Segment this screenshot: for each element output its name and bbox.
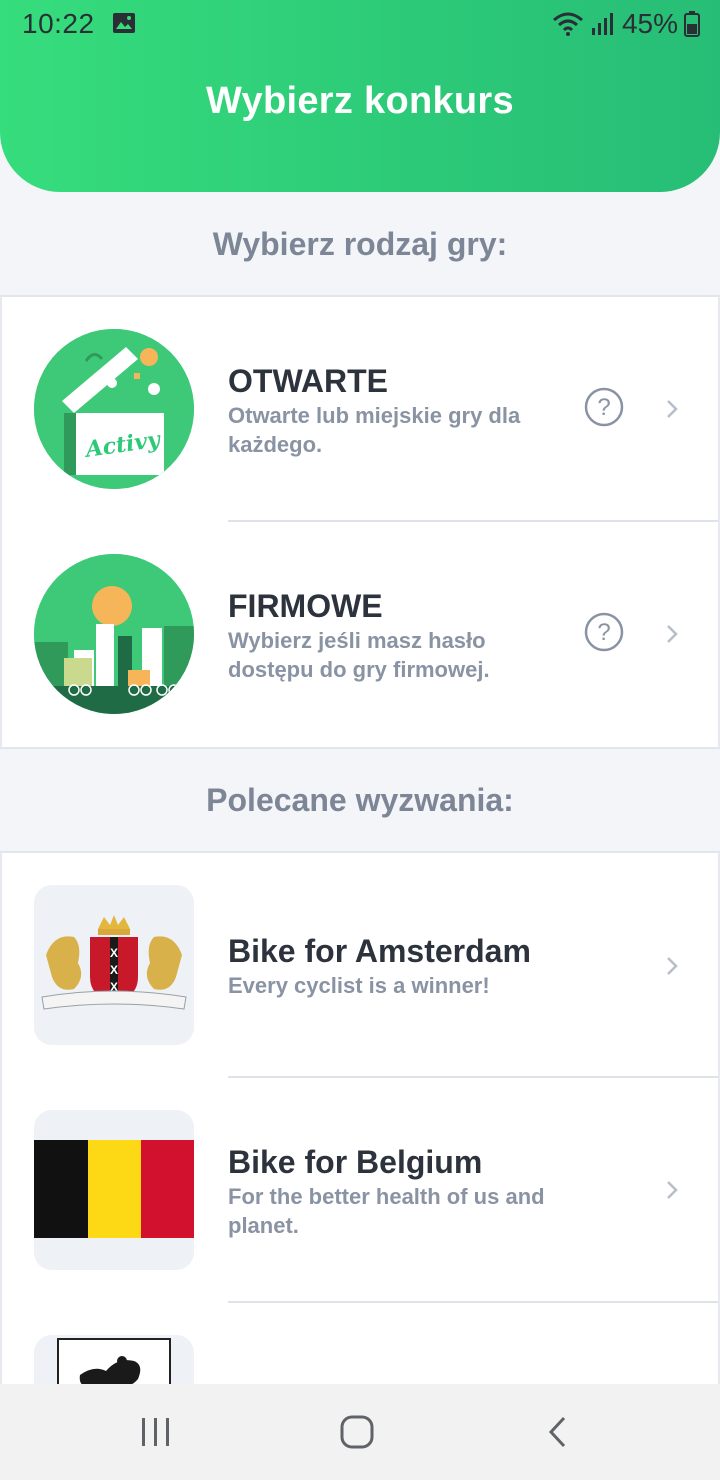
chevron-right-icon[interactable] bbox=[662, 1178, 682, 1202]
status-time: 10:22 bbox=[22, 8, 95, 39]
recent-apps-icon[interactable] bbox=[126, 1410, 186, 1454]
challenge-title: Bike for Belgium bbox=[228, 1144, 483, 1180]
help-icon[interactable]: ? bbox=[584, 387, 624, 427]
challenges-card: X X X Bike for Amsterdam Every cyclist i… bbox=[0, 851, 720, 1480]
system-nav-bar bbox=[0, 1384, 720, 1480]
help-icon[interactable]: ? bbox=[584, 612, 624, 652]
section-title-game-types: Wybierz rodzaj gry: bbox=[212, 226, 508, 262]
challenge-row-amsterdam[interactable]: X X X Bike for Amsterdam Every cyclist i… bbox=[2, 853, 718, 1078]
challenge-description: Every cyclist is a winner! bbox=[228, 973, 490, 998]
amsterdam-emblem-thumbnail: X X X bbox=[34, 885, 194, 1045]
chevron-right-icon[interactable] bbox=[662, 397, 682, 421]
header: 10:22 45% Wybierz konkurs bbox=[0, 0, 720, 192]
svg-text:X: X bbox=[110, 946, 118, 960]
game-types-card: Activy OTWARTE Otwarte lub miejskie gry … bbox=[0, 295, 720, 749]
chevron-right-icon[interactable] bbox=[662, 954, 682, 978]
open-games-thumbnail: Activy bbox=[34, 329, 194, 489]
wifi-icon bbox=[552, 12, 583, 36]
game-type-company-row[interactable]: FIRMOWE Wybierz jeśli masz hasło dostępu… bbox=[2, 522, 718, 747]
chevron-right-icon[interactable] bbox=[662, 622, 682, 646]
svg-text:?: ? bbox=[597, 619, 610, 646]
back-icon[interactable] bbox=[528, 1410, 588, 1454]
amsterdam-coat-of-arms-icon: X X X bbox=[34, 885, 194, 1045]
gift-box-icon: Activy bbox=[34, 329, 194, 489]
page-title: Wybierz konkurs bbox=[206, 80, 514, 122]
signal-icon bbox=[591, 13, 613, 35]
game-type-title: FIRMOWE bbox=[228, 588, 383, 624]
status-bar: 10:22 45% bbox=[0, 0, 720, 48]
game-type-description: Wybierz jeśli masz hasło dostępu do gry … bbox=[228, 628, 490, 682]
challenge-row-belgium[interactable]: Bike for Belgium For the better health o… bbox=[2, 1078, 718, 1303]
challenge-description: For the better health of us and planet. bbox=[228, 1184, 545, 1238]
game-type-title: OTWARTE bbox=[228, 363, 388, 399]
home-icon[interactable] bbox=[327, 1410, 387, 1454]
image-icon bbox=[113, 13, 135, 33]
battery-percent: 45% bbox=[621, 8, 678, 39]
belgium-flag-thumbnail bbox=[34, 1110, 194, 1270]
battery-icon bbox=[684, 11, 700, 37]
company-games-thumbnail bbox=[34, 554, 194, 714]
svg-text:?: ? bbox=[597, 394, 610, 421]
svg-text:X: X bbox=[110, 963, 118, 977]
challenge-title: Bike for Amsterdam bbox=[228, 933, 531, 969]
game-type-description: Otwarte lub miejskie gry dla każdego. bbox=[228, 403, 521, 457]
status-indicators: 45% bbox=[552, 8, 700, 40]
game-type-open-row[interactable]: Activy OTWARTE Otwarte lub miejskie gry … bbox=[2, 297, 718, 522]
belgium-flag-icon bbox=[34, 1110, 194, 1270]
section-title-challenges: Polecane wyzwania: bbox=[206, 782, 514, 818]
city-skyline-icon bbox=[34, 554, 194, 714]
